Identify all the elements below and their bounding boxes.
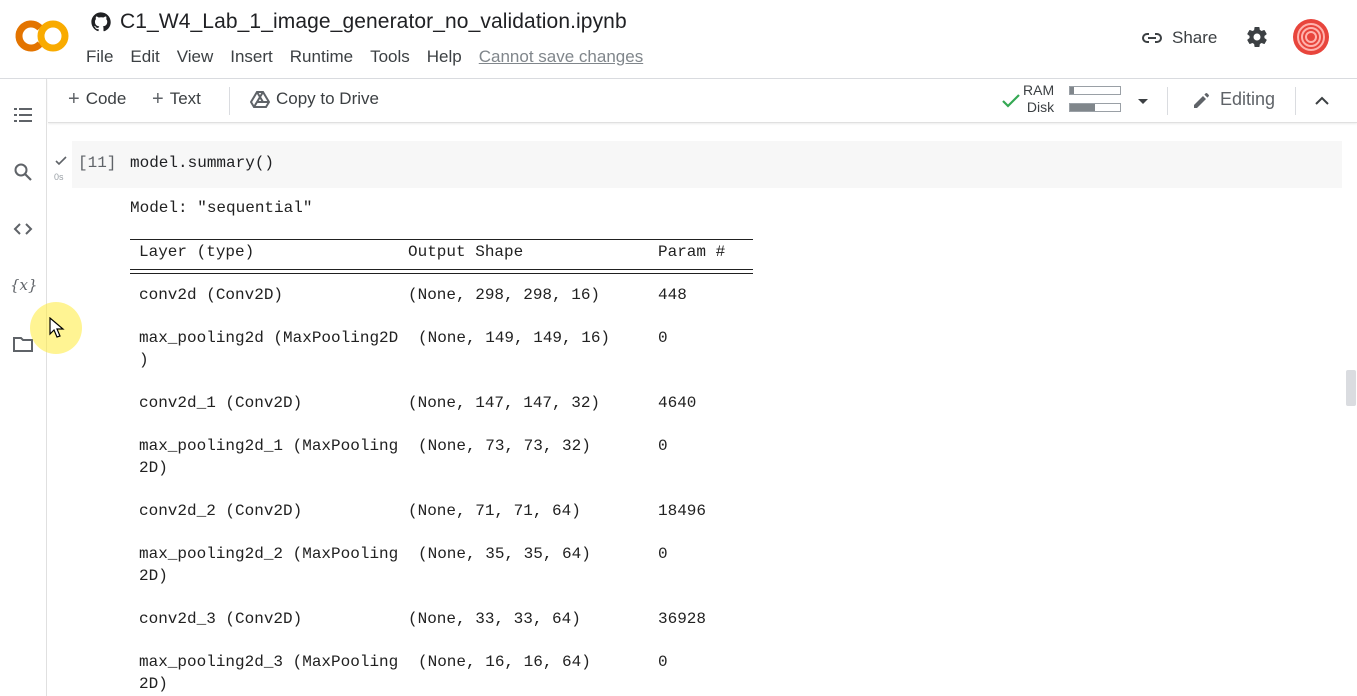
scrollbar-thumb[interactable] xyxy=(1346,370,1356,406)
copy-to-drive-button[interactable]: Copy to Drive xyxy=(250,89,379,109)
row-param-count: 0 xyxy=(658,545,668,563)
row-param-count: 18496 xyxy=(658,502,707,520)
disk-label: Disk xyxy=(1026,99,1055,115)
cell-exec-time: 0s xyxy=(54,172,64,182)
row-layer-name: conv2d (Conv2D) xyxy=(139,286,284,304)
row-layer-name: conv2d_2 (Conv2D) xyxy=(139,502,303,520)
menu-runtime[interactable]: Runtime xyxy=(290,47,353,67)
add-text-button[interactable]: + Text xyxy=(152,89,201,109)
cell-status-check-icon xyxy=(55,156,67,166)
add-text-label: Text xyxy=(169,89,201,108)
row-output-shape: (None, 73, 73, 32) xyxy=(418,437,591,455)
row-layer-name: max_pooling2d_2 (MaxPooling xyxy=(139,545,399,563)
row-param-count: 0 xyxy=(658,437,668,455)
row-layer-name-wrap: 2D) xyxy=(139,459,168,477)
execution-count[interactable]: [11] xyxy=(78,154,116,172)
plus-icon: + xyxy=(152,88,164,110)
disk-bar xyxy=(1069,103,1121,112)
plus-icon: + xyxy=(68,88,80,110)
menu-bar: File Edit View Insert Runtime Tools Help… xyxy=(86,47,643,67)
add-code-button[interactable]: + Code xyxy=(68,89,126,109)
toolbar-divider xyxy=(229,87,230,115)
row-layer-name: max_pooling2d_1 (MaxPooling xyxy=(139,437,399,455)
toolbar: + Code + Text Copy to Drive RAM Disk Edi… xyxy=(48,79,1357,123)
toolbar-divider xyxy=(1295,87,1296,115)
ram-bar-fill xyxy=(1070,87,1074,94)
row-layer-name: max_pooling2d_3 (MaxPooling xyxy=(139,653,399,671)
menu-edit[interactable]: Edit xyxy=(130,47,159,67)
row-output-shape: (None, 149, 149, 16) xyxy=(418,329,611,347)
add-code-label: Code xyxy=(85,89,127,108)
share-button[interactable]: Share xyxy=(1140,26,1217,50)
row-layer-name: conv2d_3 (Conv2D) xyxy=(139,610,303,628)
row-output-shape: (None, 33, 33, 64) xyxy=(408,610,581,628)
ram-label: RAM xyxy=(1023,82,1055,98)
header: C1_W4_Lab_1_image_generator_no_validatio… xyxy=(0,0,1357,78)
pencil-icon xyxy=(1194,92,1209,108)
menu-view[interactable]: View xyxy=(177,47,214,67)
row-output-shape: (None, 35, 35, 64) xyxy=(418,545,591,563)
code-snippets-icon[interactable] xyxy=(12,218,34,240)
share-label: Share xyxy=(1172,28,1218,47)
disk-bar-fill xyxy=(1070,104,1095,111)
row-layer-name-wrap: 2D) xyxy=(139,567,168,585)
table-header-double-rule xyxy=(130,269,753,274)
row-output-shape: (None, 147, 147, 32) xyxy=(408,394,601,412)
check-icon xyxy=(1002,94,1020,108)
header-output-shape: Output Shape xyxy=(408,243,524,261)
colab-logo[interactable] xyxy=(14,18,70,54)
copy-to-drive-label: Copy to Drive xyxy=(276,89,379,108)
save-status-link[interactable]: Cannot save changes xyxy=(479,47,643,67)
resource-labels[interactable]: RAM Disk xyxy=(1023,82,1054,116)
menu-file[interactable]: File xyxy=(86,47,113,67)
row-output-shape: (None, 298, 298, 16) xyxy=(408,286,601,304)
row-layer-name: conv2d_1 (Conv2D) xyxy=(139,394,303,412)
menu-tools[interactable]: Tools xyxy=(370,47,410,67)
editing-label: Editing xyxy=(1220,89,1276,109)
row-output-shape: (None, 71, 71, 64) xyxy=(408,502,581,520)
header-params: Param # xyxy=(658,243,726,261)
toc-icon[interactable] xyxy=(12,104,34,126)
left-sidebar: {x} xyxy=(0,79,47,696)
notebook-title[interactable]: C1_W4_Lab_1_image_generator_no_validatio… xyxy=(120,10,627,34)
row-param-count: 36928 xyxy=(658,610,707,628)
drive-icon xyxy=(250,91,270,108)
menu-insert[interactable]: Insert xyxy=(230,47,273,67)
header-layer: Layer (type) xyxy=(139,243,255,261)
link-icon xyxy=(1142,33,1162,43)
toolbar-divider xyxy=(1167,87,1168,115)
editing-mode-button[interactable]: Editing xyxy=(1192,89,1275,110)
variables-icon[interactable]: {x} xyxy=(10,276,38,294)
row-layer-name-wrap: ) xyxy=(139,351,149,369)
ram-bar xyxy=(1069,86,1121,95)
table-top-rule xyxy=(130,239,753,240)
model-name-line: Model: "sequential" xyxy=(130,199,313,217)
row-layer-name-wrap: 2D) xyxy=(139,675,168,693)
row-output-shape: (None, 16, 16, 64) xyxy=(418,653,591,671)
chevron-down-icon[interactable] xyxy=(1136,94,1150,108)
row-param-count: 4640 xyxy=(658,394,697,412)
row-param-count: 448 xyxy=(658,286,687,304)
row-param-count: 0 xyxy=(658,653,668,671)
github-icon xyxy=(91,12,111,32)
row-param-count: 0 xyxy=(658,329,668,347)
cell-code[interactable]: model.summary() xyxy=(130,154,274,172)
avatar-icon[interactable] xyxy=(1292,18,1330,56)
menu-help[interactable]: Help xyxy=(427,47,462,67)
row-layer-name: max_pooling2d (MaxPooling2D xyxy=(139,329,399,347)
mouse-cursor-icon xyxy=(49,317,65,338)
chevron-up-icon[interactable] xyxy=(1312,91,1332,111)
gear-icon[interactable] xyxy=(1245,25,1269,49)
colab-app: C1_W4_Lab_1_image_generator_no_validatio… xyxy=(0,0,1357,696)
search-icon[interactable] xyxy=(12,161,34,183)
